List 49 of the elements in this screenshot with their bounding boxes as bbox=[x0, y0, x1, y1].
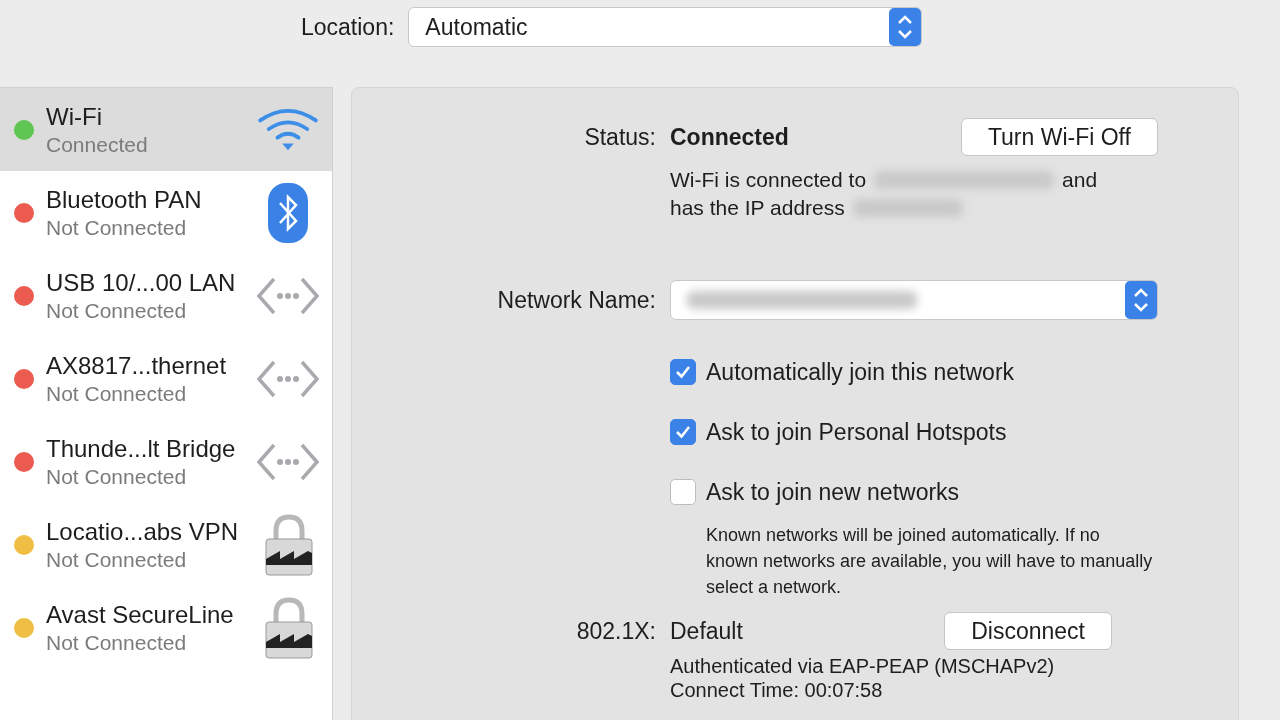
location-label: Location: bbox=[301, 13, 395, 41]
service-status: Not Connected bbox=[46, 463, 188, 490]
service-item[interactable]: Avast SecureLine Not Connected bbox=[0, 586, 332, 669]
auth-info-text: Connect Time: 00:07:58 bbox=[670, 678, 884, 702]
checkbox[interactable] bbox=[670, 479, 696, 505]
checkbox-label: Ask to join new networks bbox=[706, 478, 960, 506]
service-item[interactable]: Locatio...abs VPN Not Connected bbox=[0, 503, 332, 586]
hint-text: Known networks will be joined automatically. If no known networks are available, you will have to manually select a network. bbox=[706, 524, 1154, 599]
service-item[interactable]: USB 10/...00 LAN Not Connected bbox=[0, 254, 332, 337]
service-name: Thunde...lt Bridge bbox=[46, 433, 237, 464]
checkbox-label: Ask to join Personal Hotspots bbox=[706, 418, 1007, 446]
network-name-dropdown[interactable] bbox=[670, 280, 1158, 320]
service-status: Not Connected bbox=[46, 380, 188, 407]
status-value: Connected bbox=[670, 123, 789, 151]
service-name: Wi-Fi bbox=[46, 101, 103, 132]
eap-value: Default bbox=[670, 617, 743, 645]
stepper-icon bbox=[1125, 281, 1157, 319]
padlock-icon bbox=[264, 595, 314, 660]
service-item[interactable]: AX8817...thernet Not Connected bbox=[0, 337, 332, 420]
service-status: Not Connected bbox=[46, 629, 188, 656]
service-item[interactable]: Bluetooth PAN Not Connected bbox=[0, 171, 332, 254]
stepper-icon bbox=[889, 8, 922, 46]
service-name: Avast SecureLine bbox=[46, 599, 235, 630]
service-name: Locatio...abs VPN bbox=[46, 516, 240, 547]
connection-text: Wi-Fi is connected to bbox=[670, 168, 867, 192]
service-status: Connected bbox=[46, 131, 149, 158]
bluetooth-icon bbox=[268, 182, 308, 243]
checkbox[interactable] bbox=[670, 419, 696, 445]
status-label: Status: bbox=[583, 123, 656, 151]
eap-label: 802.1X: bbox=[575, 617, 656, 645]
disconnect-button[interactable]: Disconnect bbox=[944, 612, 1112, 650]
service-name: USB 10/...00 LAN bbox=[46, 267, 237, 298]
service-status: Not Connected bbox=[46, 546, 188, 573]
location-dropdown[interactable]: Automatic bbox=[408, 7, 923, 47]
service-name: Bluetooth PAN bbox=[46, 184, 203, 215]
service-item[interactable]: Thunde...lt Bridge Not Connected bbox=[0, 420, 332, 503]
padlock-icon bbox=[264, 512, 314, 577]
checkbox-label: Automatically join this network bbox=[706, 358, 1015, 386]
service-item[interactable]: Wi-Fi Connected bbox=[0, 88, 332, 171]
checkbox[interactable] bbox=[670, 359, 696, 385]
service-name: AX8817...thernet bbox=[46, 350, 228, 381]
turn-off-button[interactable]: Turn Wi-Fi Off bbox=[960, 118, 1158, 156]
network-name-label: Network Name: bbox=[496, 286, 656, 314]
service-status: Not Connected bbox=[46, 297, 188, 324]
auth-info-text: Authenticated via EAP-PEAP (MSCHAPv2) bbox=[670, 654, 1056, 678]
service-status: Not Connected bbox=[46, 214, 188, 241]
ip-address-text: has the IP address bbox=[670, 196, 845, 220]
wifi-icon bbox=[256, 106, 320, 153]
connection-text: and bbox=[1062, 168, 1098, 192]
